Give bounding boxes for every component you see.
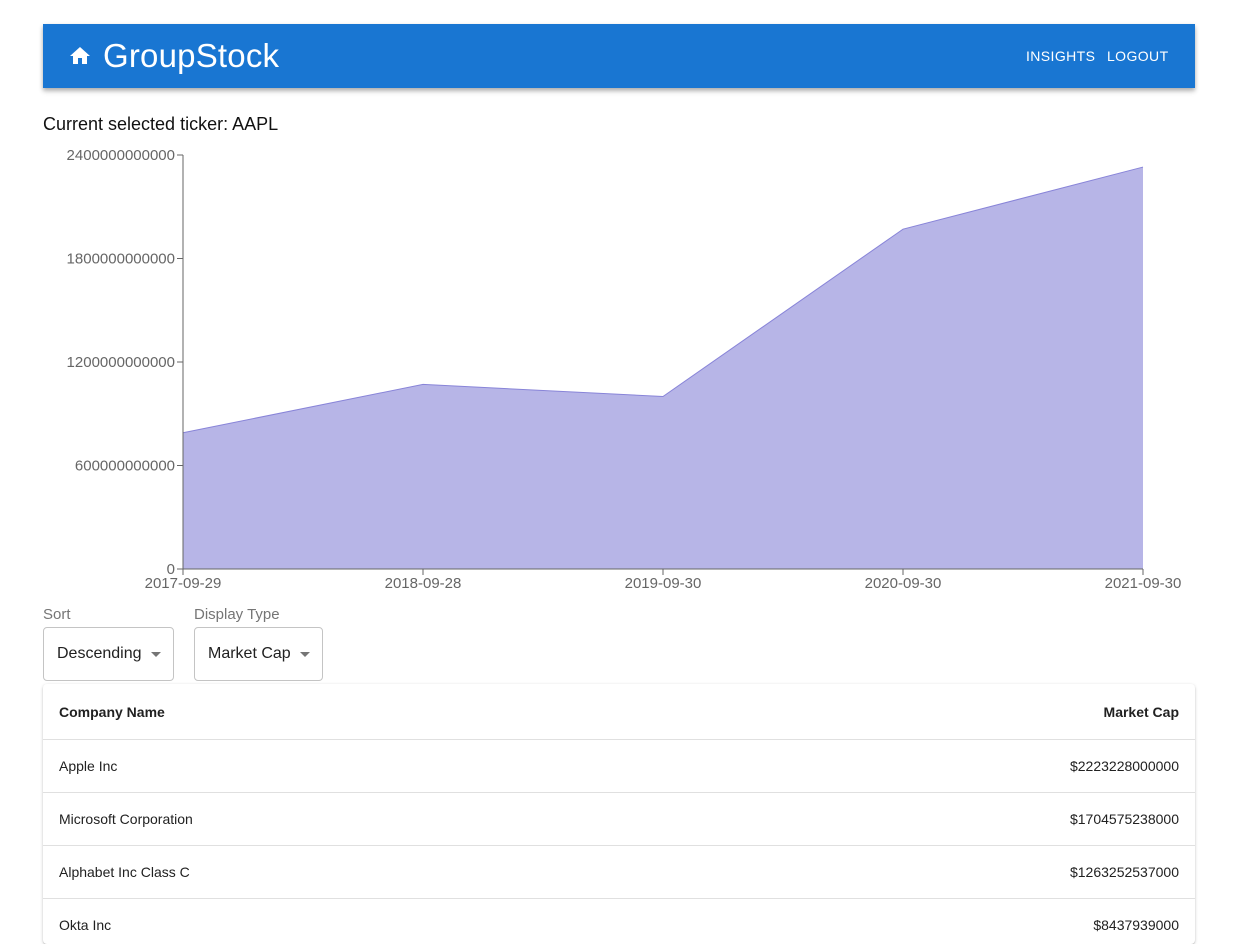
dropdown-arrow-icon [151, 652, 161, 657]
table-row[interactable]: Alphabet Inc Class C $1263252537000 [43, 846, 1195, 899]
table-header-row: Company Name Market Cap [43, 684, 1195, 740]
x-tick-label: 2019-09-30 [625, 575, 702, 592]
y-tick-label: 2400000000000 [67, 147, 175, 164]
display-type-label: Display Type [194, 606, 323, 624]
market-cap-cell: $1704575238000 [666, 793, 1195, 846]
companies-table: Company Name Market Cap Apple Inc $22232… [43, 684, 1195, 944]
x-tick-label: 2018-09-28 [385, 575, 462, 592]
sort-control: Sort Descending [43, 606, 174, 681]
sort-label: Sort [43, 606, 174, 624]
home-icon[interactable] [68, 44, 92, 68]
series-area [183, 167, 1143, 569]
x-tick-label: 2021-09-30 [1105, 575, 1182, 592]
y-tick-label: 600000000000 [75, 458, 175, 475]
market-cap-cell: $2223228000000 [666, 740, 1195, 793]
company-name-cell: Alphabet Inc Class C [43, 846, 666, 899]
y-tick-label: 1800000000000 [67, 251, 175, 268]
display-type-value: Market Cap [208, 645, 291, 663]
column-header-company-name[interactable]: Company Name [43, 684, 666, 740]
table-row[interactable]: Microsoft Corporation $1704575238000 [43, 793, 1195, 846]
company-name-cell: Apple Inc [43, 740, 666, 793]
sort-select[interactable]: Descending [43, 627, 174, 681]
app-bar: GroupStock INSIGHTS LOGOUT [43, 24, 1195, 88]
display-type-select[interactable]: Market Cap [194, 627, 323, 681]
table-row[interactable]: Apple Inc $2223228000000 [43, 740, 1195, 793]
insights-button[interactable]: INSIGHTS [1026, 46, 1095, 66]
brand-title[interactable]: GroupStock [103, 36, 279, 76]
company-name-cell: Okta Inc [43, 899, 666, 944]
selected-ticker-label: Current selected ticker: AAPL [43, 113, 278, 135]
market-cap-cell: $1263252537000 [666, 846, 1195, 899]
x-tick-label: 2020-09-30 [865, 575, 942, 592]
table-row[interactable]: Okta Inc $8437939000 [43, 899, 1195, 944]
y-tick-label: 1200000000000 [67, 354, 175, 371]
column-header-market-cap[interactable]: Market Cap [666, 684, 1195, 740]
x-tick-label: 2017-09-29 [145, 575, 222, 592]
companies-table-card: Company Name Market Cap Apple Inc $22232… [43, 684, 1195, 944]
display-type-control: Display Type Market Cap [194, 606, 323, 681]
company-name-cell: Microsoft Corporation [43, 793, 666, 846]
market-cap-cell: $8437939000 [666, 899, 1195, 944]
dropdown-arrow-icon [300, 652, 310, 657]
market-cap-area-chart: 0600000000000120000000000018000000000002… [0, 140, 1245, 600]
sort-value: Descending [57, 645, 142, 663]
logout-button[interactable]: LOGOUT [1107, 46, 1169, 66]
